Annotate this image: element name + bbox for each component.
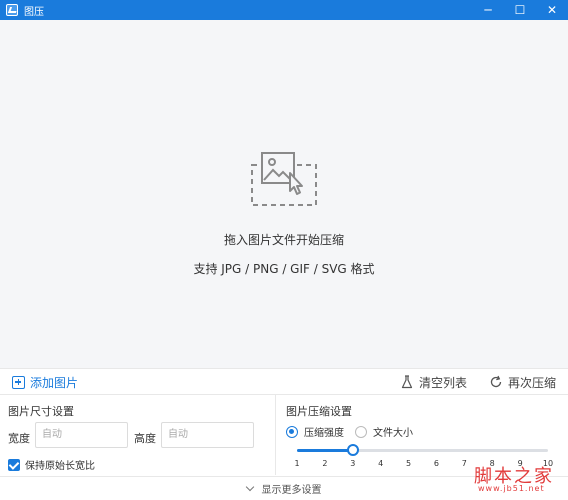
plus-square-icon — [12, 375, 25, 389]
radio-filesize[interactable]: 文件大小 — [355, 424, 413, 439]
slider-tick-label: 1 — [294, 459, 300, 468]
image-drop-icon — [251, 152, 317, 206]
width-input[interactable]: 自动 — [35, 422, 128, 448]
radio-selected-icon — [286, 425, 298, 438]
size-settings-title: 图片尺寸设置 — [8, 405, 74, 418]
flask-icon — [401, 375, 413, 389]
slider-handle[interactable] — [346, 444, 359, 456]
action-toolbar: 添加图片 清空列表 再次压缩 — [0, 368, 568, 395]
window-controls: ─ ☐ ✕ — [472, 0, 568, 20]
refresh-icon — [490, 375, 502, 388]
add-image-button[interactable]: 添加图片 — [12, 374, 78, 390]
title-bar: 图压 ─ ☐ ✕ — [0, 0, 568, 20]
compress-settings-title: 图片压缩设置 — [286, 405, 352, 418]
slider-tick-label: 3 — [350, 459, 356, 468]
size-settings-panel: 图片尺寸设置 宽度 自动 高度 自动 保持原始长宽比 — [0, 395, 276, 475]
chevron-down-icon — [245, 482, 254, 491]
window-title: 图压 — [24, 6, 44, 18]
close-button[interactable]: ✕ — [536, 0, 568, 20]
radio-filesize-label: 文件大小 — [373, 428, 413, 439]
height-label: 高度 — [134, 432, 156, 445]
keep-ratio-checkbox[interactable]: 保持原始长宽比 — [8, 457, 95, 472]
slider-fill — [297, 449, 353, 452]
watermark-url: www.jb51.net — [478, 484, 545, 493]
app-logo-icon — [6, 4, 18, 16]
clear-list-button[interactable]: 清空列表 — [400, 374, 467, 390]
minimize-button[interactable]: ─ — [472, 0, 504, 20]
radio-unselected-icon — [355, 425, 367, 438]
radio-strength[interactable]: 压缩强度 — [286, 424, 344, 439]
slider-tick-label: 4 — [378, 459, 384, 468]
checkbox-checked-icon — [8, 458, 20, 471]
height-input[interactable]: 自动 — [161, 422, 254, 448]
drop-zone[interactable]: 拖入图片文件开始压缩 支持 JPG / PNG / GIF / SVG 格式 — [0, 20, 568, 368]
width-label: 宽度 — [8, 432, 30, 445]
add-image-label: 添加图片 — [30, 375, 79, 390]
slider-tick-label: 5 — [406, 459, 412, 468]
recompress-label: 再次压缩 — [508, 375, 557, 390]
drop-instruction: 拖入图片文件开始压缩 — [223, 233, 344, 247]
recompress-button[interactable]: 再次压缩 — [489, 374, 556, 390]
supported-formats: 支持 JPG / PNG / GIF / SVG 格式 — [193, 262, 375, 276]
clear-list-label: 清空列表 — [419, 375, 468, 390]
radio-strength-label: 压缩强度 — [304, 428, 344, 439]
maximize-button[interactable]: ☐ — [504, 0, 536, 20]
keep-ratio-label: 保持原始长宽比 — [25, 461, 95, 472]
show-more-label: 显示更多设置 — [261, 485, 322, 496]
slider-tick-label: 6 — [433, 459, 439, 468]
watermark-logo: 脚本之家 www.jb51.net — [470, 462, 566, 498]
slider-tick-label: 2 — [322, 459, 328, 468]
